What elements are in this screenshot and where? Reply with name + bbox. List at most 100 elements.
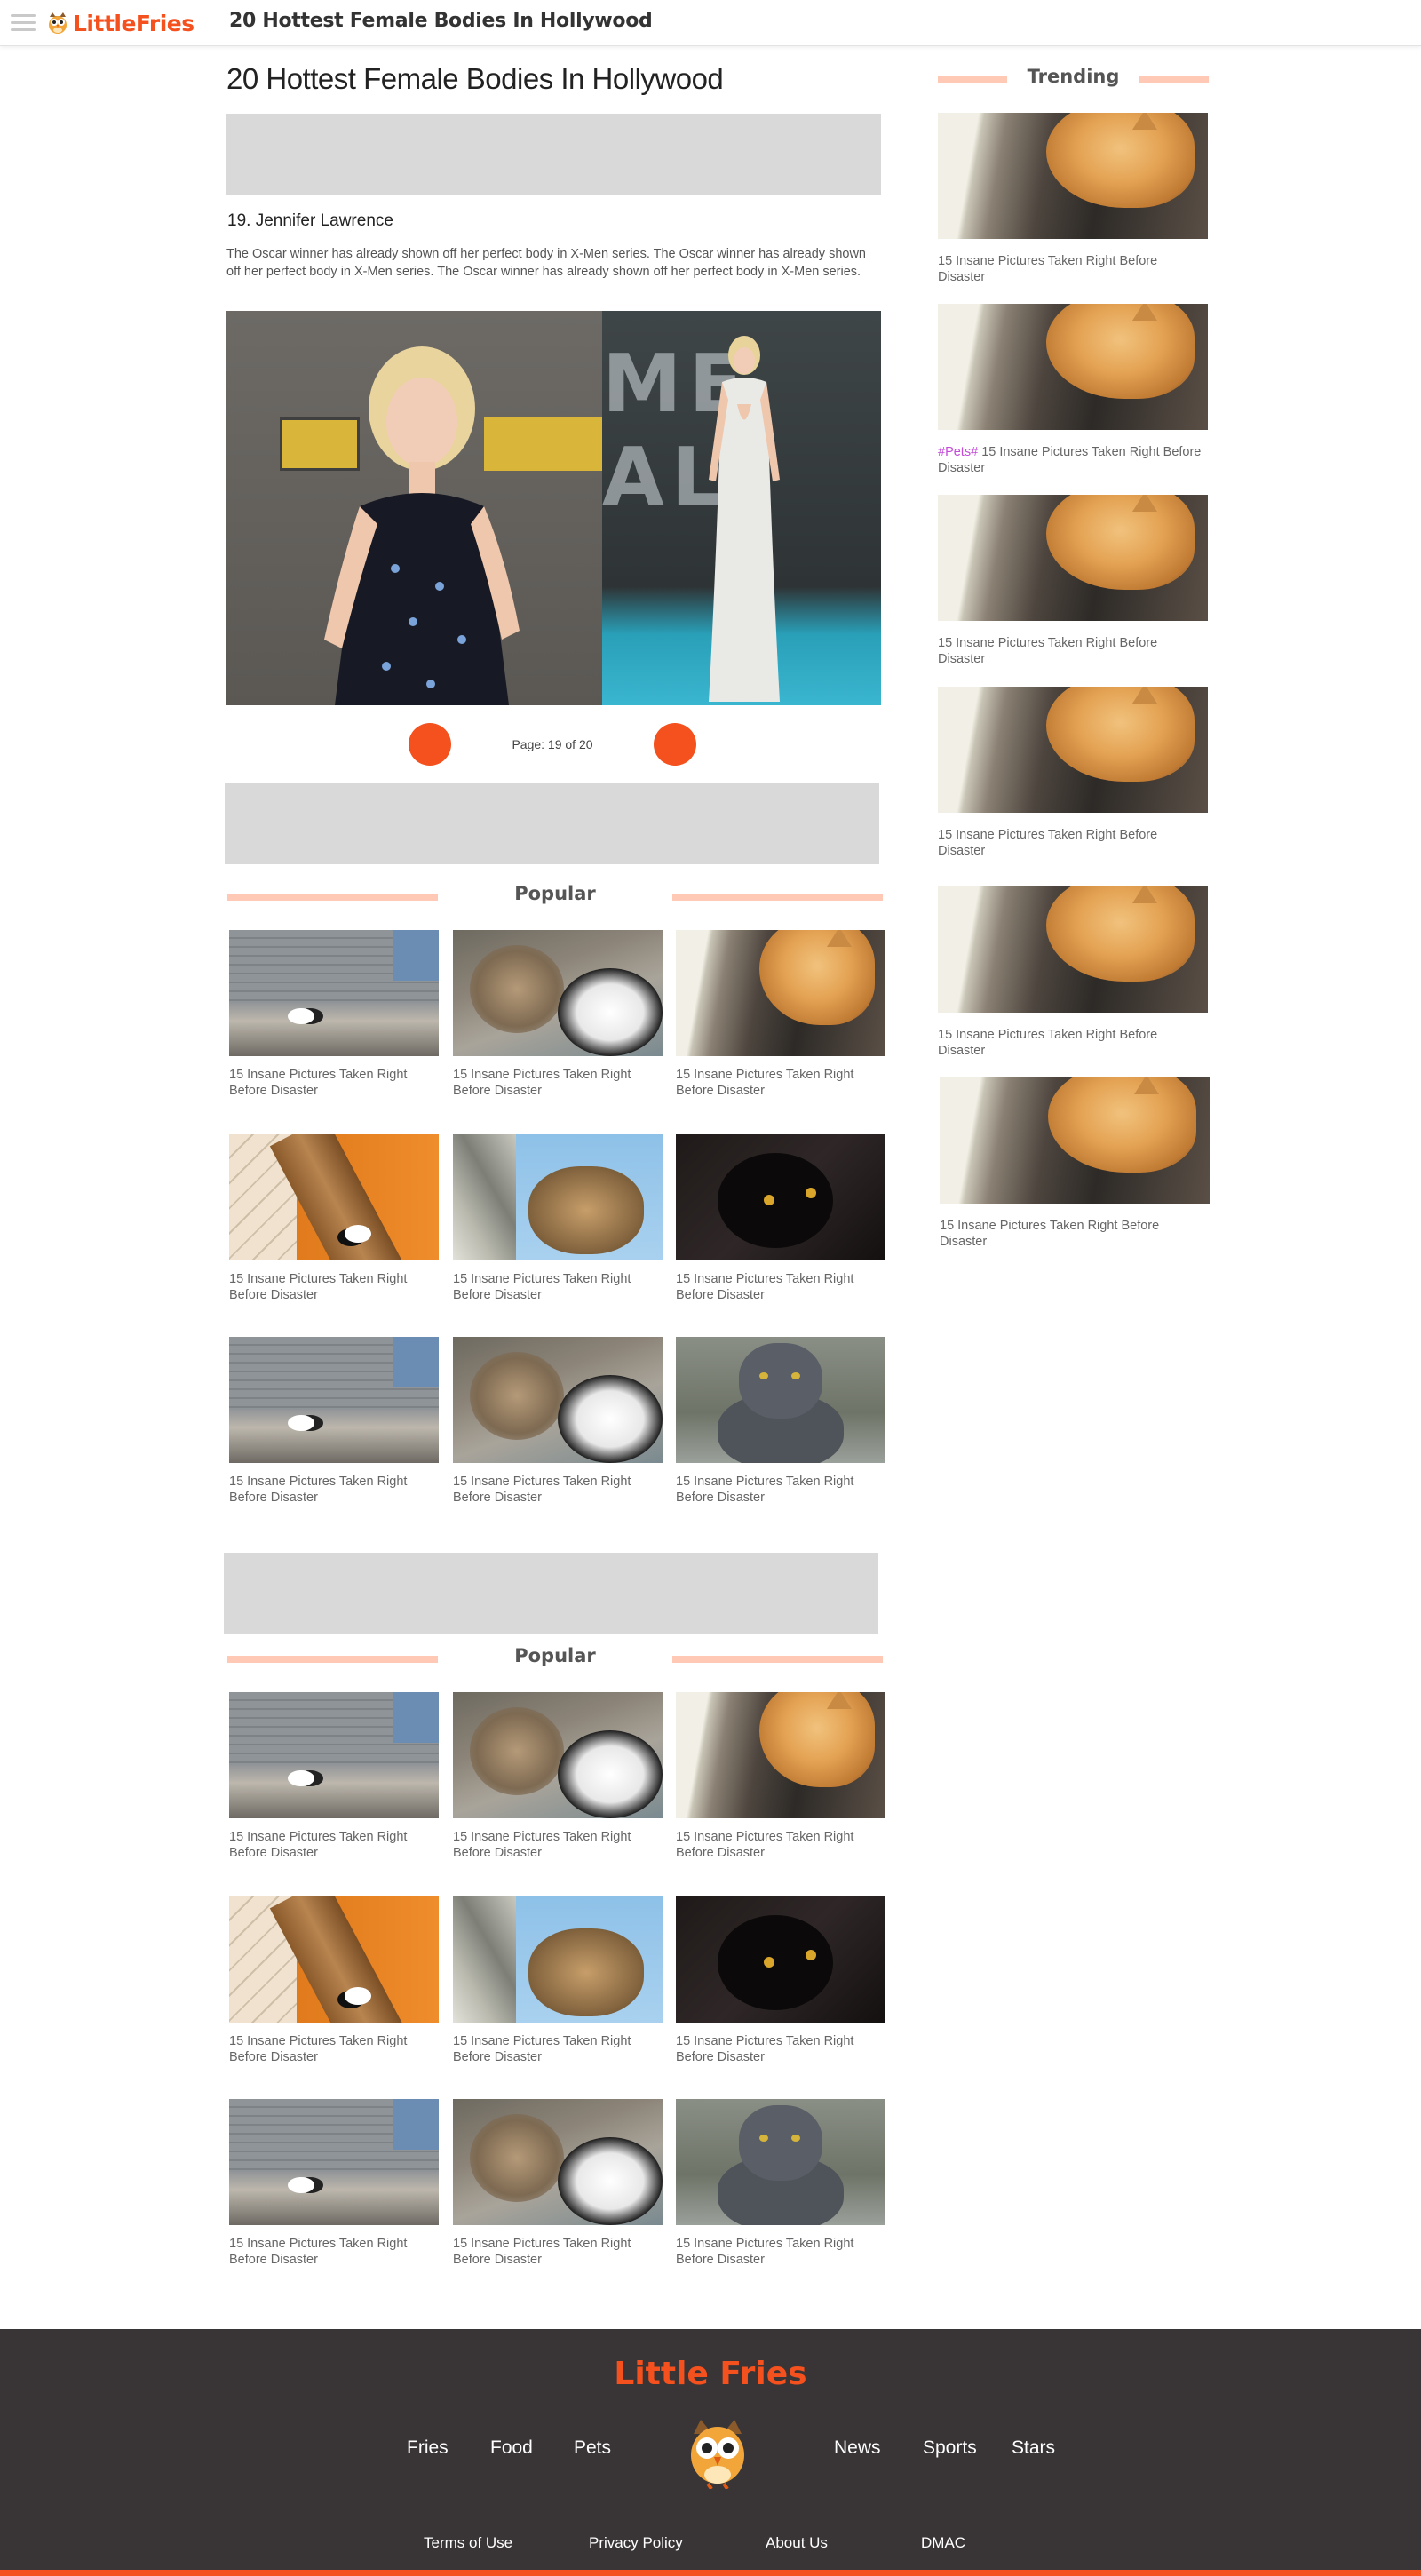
popular-card[interactable]: 15 Insane Pictures Taken Right Before Di… (229, 930, 439, 1099)
card-caption[interactable]: 15 Insane Pictures Taken Right Before Di… (676, 1474, 885, 1506)
footer-link-terms[interactable]: Terms of Use (424, 2534, 512, 2552)
footer-nav-food[interactable]: Food (490, 2437, 533, 2459)
footer-nav-pets[interactable]: Pets (574, 2437, 611, 2459)
popular-card[interactable]: 15 Insane Pictures Taken Right Before Di… (676, 930, 885, 1099)
card-caption[interactable]: 15 Insane Pictures Taken Right Before Di… (229, 1067, 439, 1099)
popular-card[interactable]: 15 Insane Pictures Taken Right Before Di… (229, 1896, 439, 2065)
site-logo[interactable]: LittleFries (46, 9, 194, 37)
card-caption[interactable]: 15 Insane Pictures Taken Right Before Di… (938, 827, 1208, 859)
trending-card[interactable]: 15 Insane Pictures Taken Right Before Di… (938, 113, 1208, 285)
popular-card[interactable]: 15 Insane Pictures Taken Right Before Di… (453, 930, 663, 1099)
card-caption[interactable]: 15 Insane Pictures Taken Right Before Di… (453, 1829, 663, 1861)
trending-card[interactable]: 15 Insane Pictures Taken Right Before Di… (940, 1077, 1210, 1250)
card-thumbnail[interactable] (453, 930, 663, 1056)
card-thumbnail[interactable] (229, 2099, 439, 2225)
card-thumbnail[interactable] (938, 495, 1208, 621)
card-caption[interactable]: 15 Insane Pictures Taken Right Before Di… (453, 1474, 663, 1506)
card-thumbnail[interactable] (940, 1077, 1210, 1204)
popular-card[interactable]: 15 Insane Pictures Taken Right Before Di… (676, 1134, 885, 1303)
ad-banner-top[interactable] (226, 114, 881, 195)
trending-card[interactable]: #Pets# 15 Insane Pictures Taken Right Be… (938, 304, 1208, 476)
card-thumbnail[interactable] (453, 1692, 663, 1818)
caption-text: 15 Insane Pictures Taken Right Before Di… (938, 636, 1158, 666)
trending-card[interactable]: 15 Insane Pictures Taken Right Before Di… (938, 687, 1208, 859)
card-thumbnail[interactable] (229, 930, 439, 1056)
card-caption[interactable]: 15 Insane Pictures Taken Right Before Di… (676, 2236, 885, 2268)
trending-card[interactable]: 15 Insane Pictures Taken Right Before Di… (938, 495, 1208, 667)
card-caption[interactable]: 15 Insane Pictures Taken Right Before Di… (676, 1829, 885, 1861)
card-caption[interactable]: 15 Insane Pictures Taken Right Before Di… (229, 1829, 439, 1861)
card-caption[interactable]: 15 Insane Pictures Taken Right Before Di… (453, 1271, 663, 1303)
hamburger-menu-icon[interactable] (11, 14, 36, 32)
card-thumbnail[interactable] (229, 1337, 439, 1463)
popular-card[interactable]: 15 Insane Pictures Taken Right Before Di… (453, 2099, 663, 2268)
card-caption[interactable]: 15 Insane Pictures Taken Right Before Di… (229, 1474, 439, 1506)
card-caption[interactable]: 15 Insane Pictures Taken Right Before Di… (676, 1067, 885, 1099)
card-caption[interactable]: 15 Insane Pictures Taken Right Before Di… (938, 635, 1208, 667)
footer-link-dmac[interactable]: DMAC (921, 2534, 965, 2552)
card-caption[interactable]: 15 Insane Pictures Taken Right Before Di… (229, 2033, 439, 2065)
card-thumbnail[interactable] (938, 886, 1208, 1013)
popular-card[interactable]: 15 Insane Pictures Taken Right Before Di… (676, 2099, 885, 2268)
popular-card[interactable]: 15 Insane Pictures Taken Right Before Di… (453, 1337, 663, 1506)
card-thumbnail[interactable] (676, 1134, 885, 1260)
caption-text: 15 Insane Pictures Taken Right Before Di… (938, 445, 1202, 475)
card-thumbnail[interactable] (938, 113, 1208, 239)
popular-card[interactable]: 15 Insane Pictures Taken Right Before Di… (229, 1337, 439, 1506)
card-caption[interactable]: 15 Insane Pictures Taken Right Before Di… (453, 2033, 663, 2065)
footer-nav-news[interactable]: News (834, 2437, 881, 2459)
card-caption[interactable]: 15 Insane Pictures Taken Right Before Di… (938, 253, 1208, 285)
card-caption[interactable]: 15 Insane Pictures Taken Right Before Di… (229, 2236, 439, 2268)
caption-text: 15 Insane Pictures Taken Right Before Di… (676, 1475, 854, 1505)
footer-link-about[interactable]: About Us (766, 2534, 828, 2552)
card-thumbnail[interactable] (229, 1134, 439, 1260)
card-caption[interactable]: 15 Insane Pictures Taken Right Before Di… (229, 1271, 439, 1303)
card-caption[interactable]: 15 Insane Pictures Taken Right Before Di… (676, 1271, 885, 1303)
card-caption[interactable]: 15 Insane Pictures Taken Right Before Di… (938, 1027, 1208, 1059)
next-page-button[interactable] (654, 723, 696, 766)
trending-card[interactable]: 15 Insane Pictures Taken Right Before Di… (938, 886, 1208, 1059)
card-caption[interactable]: 15 Insane Pictures Taken Right Before Di… (453, 2236, 663, 2268)
popular-card[interactable]: 15 Insane Pictures Taken Right Before Di… (676, 1337, 885, 1506)
card-thumbnail[interactable] (229, 1692, 439, 1818)
popular-card[interactable]: 15 Insane Pictures Taken Right Before Di… (229, 2099, 439, 2268)
popular-card[interactable]: 15 Insane Pictures Taken Right Before Di… (453, 1896, 663, 2065)
card-caption[interactable]: 15 Insane Pictures Taken Right Before Di… (453, 1067, 663, 1099)
ad-banner-middle[interactable] (225, 783, 879, 864)
card-thumbnail[interactable] (453, 1337, 663, 1463)
card-thumbnail[interactable] (676, 1896, 885, 2023)
popular-card[interactable]: 15 Insane Pictures Taken Right Before Di… (229, 1692, 439, 1861)
card-thumbnail[interactable] (676, 1692, 885, 1818)
footer-link-privacy[interactable]: Privacy Policy (589, 2534, 683, 2552)
card-caption[interactable]: 15 Insane Pictures Taken Right Before Di… (940, 1218, 1210, 1250)
card-caption[interactable]: 15 Insane Pictures Taken Right Before Di… (676, 2033, 885, 2065)
popular-card[interactable]: 15 Insane Pictures Taken Right Before Di… (453, 1134, 663, 1303)
card-thumbnail[interactable] (938, 304, 1208, 430)
ad-banner-lower[interactable] (224, 1553, 878, 1634)
popular-section-header-2: Popular (227, 1645, 883, 1672)
card-thumbnail[interactable] (676, 930, 885, 1056)
caption-text: 15 Insane Pictures Taken Right Before Di… (453, 2034, 631, 2064)
section-title: Trending (1027, 66, 1120, 87)
popular-card[interactable]: 15 Insane Pictures Taken Right Before Di… (676, 1692, 885, 1861)
footer-accent-bar (0, 2570, 1421, 2576)
card-caption[interactable]: #Pets# 15 Insane Pictures Taken Right Be… (938, 444, 1208, 476)
card-thumbnail[interactable] (938, 687, 1208, 813)
card-thumbnail[interactable] (229, 1896, 439, 2023)
card-thumbnail[interactable] (453, 2099, 663, 2225)
footer-nav-stars[interactable]: Stars (1012, 2437, 1055, 2459)
card-thumbnail[interactable] (453, 1896, 663, 2023)
caption-text: 15 Insane Pictures Taken Right Before Di… (940, 1219, 1160, 1249)
footer-nav-fries[interactable]: Fries (407, 2437, 449, 2459)
footer-nav-sports[interactable]: Sports (923, 2437, 977, 2459)
caption-text: 15 Insane Pictures Taken Right Before Di… (229, 2237, 408, 2267)
article-photo: ME AL (226, 311, 881, 705)
card-thumbnail[interactable] (676, 1337, 885, 1463)
popular-card[interactable]: 15 Insane Pictures Taken Right Before Di… (676, 1896, 885, 2065)
footer-brand[interactable]: Little Fries (0, 2356, 1421, 2392)
popular-card[interactable]: 15 Insane Pictures Taken Right Before Di… (453, 1692, 663, 1861)
popular-card[interactable]: 15 Insane Pictures Taken Right Before Di… (229, 1134, 439, 1303)
card-thumbnail[interactable] (676, 2099, 885, 2225)
card-thumbnail[interactable] (453, 1134, 663, 1260)
category-tag[interactable]: #Pets# (938, 445, 978, 459)
